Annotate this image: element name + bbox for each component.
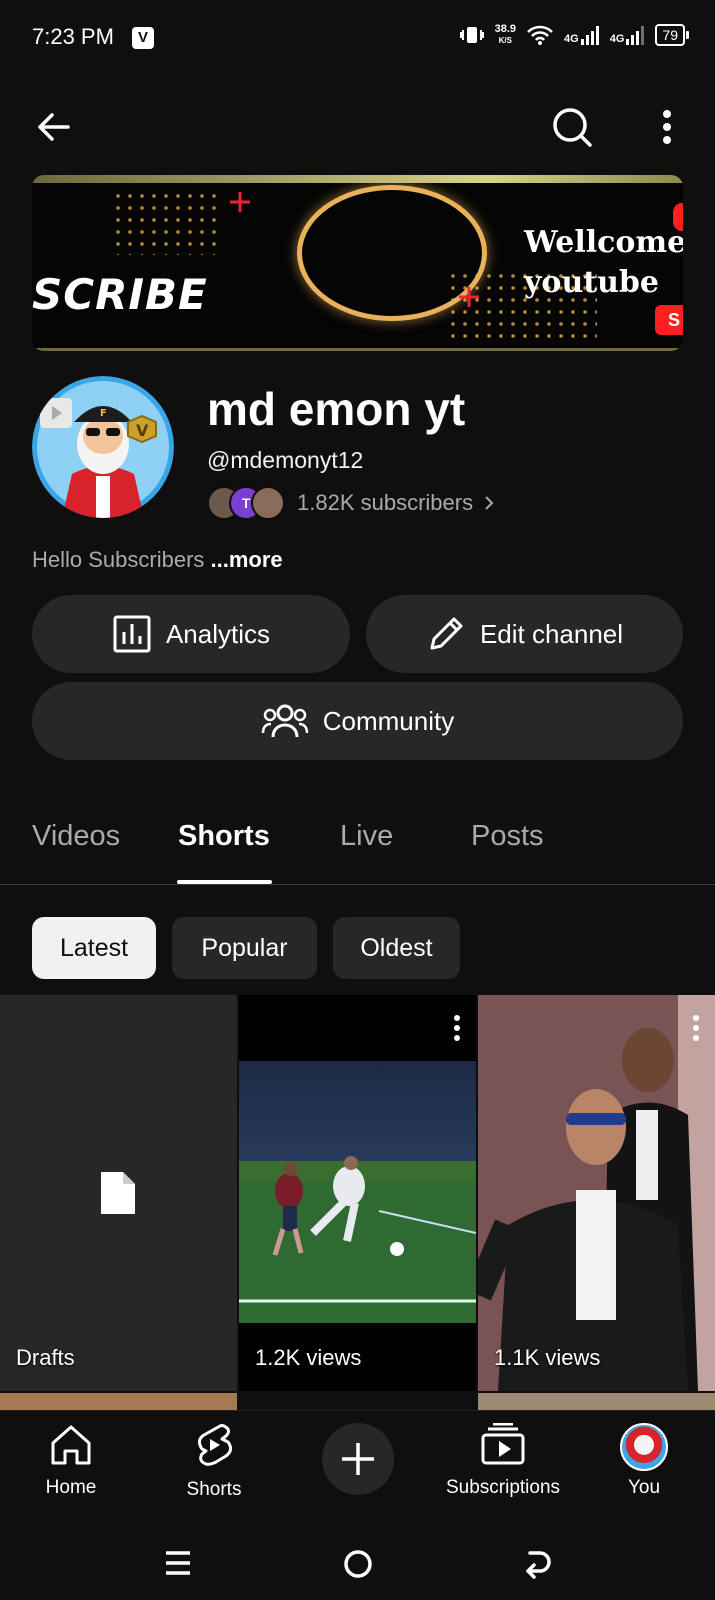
shorts-icon [197, 1424, 233, 1466]
signal-icon [580, 26, 599, 45]
avatar [620, 1423, 668, 1471]
avatar [251, 486, 285, 520]
tab-videos[interactable]: Videos [32, 820, 120, 853]
chip-oldest[interactable]: Oldest [333, 917, 460, 979]
chip-latest[interactable]: Latest [32, 917, 156, 979]
banner-text-left: SCRIBE [32, 270, 208, 319]
view-count: 1.1K views [494, 1345, 601, 1370]
search-icon [553, 108, 592, 147]
chip-popular[interactable]: Popular [172, 917, 317, 979]
analytics-icon [113, 615, 151, 653]
tab-shorts[interactable]: Shorts [178, 820, 270, 853]
drafts-label: Drafts [16, 1345, 75, 1370]
more-vertical-icon [663, 110, 671, 144]
more-vertical-icon[interactable] [454, 1015, 460, 1041]
nav-shorts[interactable]: Shorts [178, 1423, 250, 1501]
nav-home[interactable]: Home [35, 1423, 107, 1499]
battery-icon: 79 [655, 24, 689, 46]
banner-text-right: Wellcome youtube [524, 225, 683, 300]
tab-live[interactable]: Live [340, 820, 393, 853]
banner-button-text: S [655, 305, 683, 335]
channel-name: md emon yt [207, 383, 466, 435]
channel-description[interactable]: Hello Subscribers ...more [32, 547, 283, 573]
net-speed: 38.9 K/S [494, 23, 517, 46]
short-tile-peek [0, 1393, 237, 1410]
menu-icon[interactable] [164, 1550, 192, 1576]
nav-you[interactable]: You [614, 1423, 674, 1499]
short-tile[interactable]: 1.1K views [478, 995, 715, 1391]
signal-icon [626, 26, 645, 45]
subscribers-row[interactable]: T 1.82K subscribers [207, 486, 495, 520]
subscriber-count: 1.82K subscribers [297, 490, 474, 515]
analytics-label: Analytics [165, 618, 271, 649]
home-circle-icon[interactable] [343, 1549, 373, 1579]
community-button[interactable]: Community [32, 682, 683, 760]
status-icons: 38.9 K/S 4G 4G 79 [459, 23, 689, 46]
avatar-cap-letter: F [100, 408, 107, 419]
channel-banner: SCRIBE Wellcome youtube S [32, 175, 683, 351]
status-time: 7:23 PM [32, 24, 114, 49]
short-tile[interactable]: 1.2K views [239, 995, 476, 1391]
avatar-badge-letter: V [136, 421, 149, 440]
short-tile-drafts[interactable]: Drafts [0, 995, 237, 1391]
analytics-button[interactable]: Analytics [32, 595, 350, 673]
home-icon [51, 1425, 91, 1465]
create-button[interactable] [322, 1423, 394, 1495]
chevron-right-icon [485, 496, 494, 510]
more-options-button[interactable] [643, 103, 691, 151]
pencil-icon [430, 617, 463, 650]
edit-channel-button[interactable]: Edit channel [366, 595, 683, 673]
signal-2: 4G [610, 25, 646, 45]
nav-subscriptions[interactable]: Subscriptions [438, 1422, 568, 1499]
subscriptions-icon [481, 1422, 525, 1465]
bottom-navigation: Home Shorts Subscriptions You [0, 1410, 715, 1527]
channel-handle: @mdemonyt12 [207, 447, 364, 473]
edit-channel-label: Edit channel [479, 618, 624, 649]
plus-icon [342, 1443, 374, 1475]
short-tile-peek [478, 1393, 715, 1410]
view-count: 1.2K views [255, 1345, 362, 1370]
subscriber-avatars: T [207, 486, 285, 520]
tab-posts[interactable]: Posts [471, 820, 544, 853]
community-icon [261, 704, 308, 738]
community-label: Community [322, 705, 455, 736]
arrow-left-icon [38, 113, 70, 141]
vibrate-icon [459, 27, 484, 43]
more-vertical-icon[interactable] [693, 1015, 699, 1041]
file-icon [101, 1172, 135, 1214]
back-icon[interactable] [522, 1549, 552, 1579]
tabs-divider [0, 884, 715, 885]
system-navigation-bar [0, 1526, 715, 1600]
more-link[interactable]: ...more [211, 547, 283, 572]
signal-1: 4G [564, 25, 600, 45]
back-button[interactable] [30, 103, 78, 151]
notification-badge-icon: V [132, 27, 154, 49]
search-button[interactable] [548, 103, 596, 151]
channel-avatar[interactable]: F V [32, 376, 174, 518]
wifi-icon [527, 25, 553, 45]
